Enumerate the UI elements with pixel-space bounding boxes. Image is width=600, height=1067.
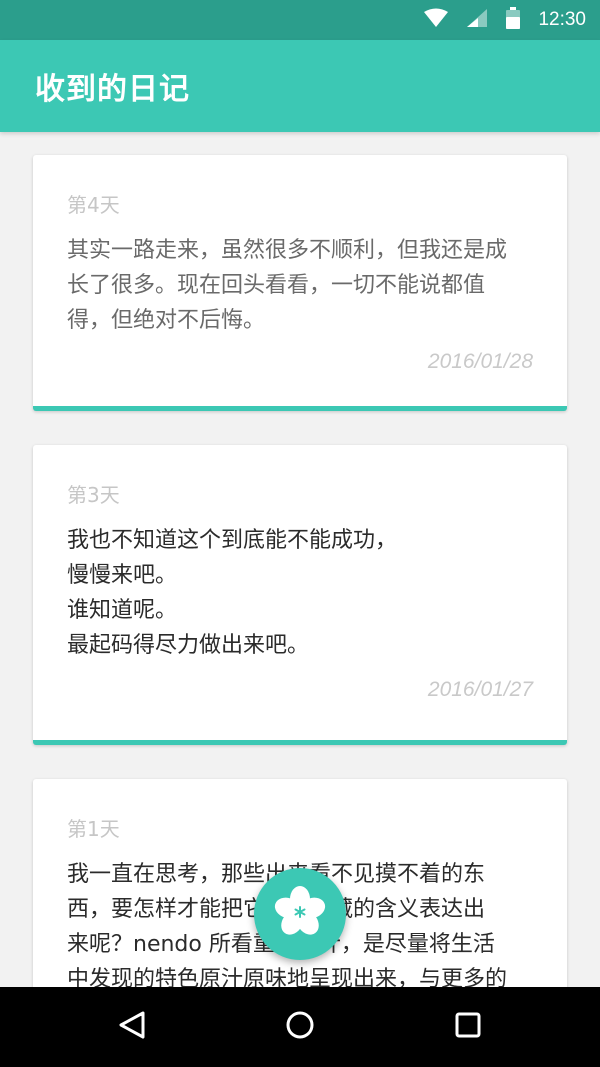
- navigation-bar: [0, 987, 600, 1067]
- battery-icon: [506, 7, 521, 33]
- back-button[interactable]: [112, 1007, 152, 1047]
- status-icons: 12:30: [424, 0, 586, 40]
- recents-icon: [454, 1011, 482, 1043]
- page-title: 收到的日记: [35, 72, 190, 107]
- recents-button[interactable]: [448, 1007, 488, 1047]
- home-button[interactable]: [280, 1007, 320, 1047]
- diary-card[interactable]: 第3天 我也不知道这个到底能不能成功， 慢慢来吧。 谁知道呢。 最起码得尽力做出…: [33, 445, 567, 745]
- compose-fab-button[interactable]: [254, 868, 346, 960]
- card-body-line: 我也不知道这个到底能不能成功，: [67, 528, 398, 553]
- status-bar: 12:30: [0, 0, 600, 40]
- card-body-line: 谁知道呢。: [67, 598, 178, 623]
- signal-icon: [466, 8, 488, 32]
- diary-card[interactable]: 第4天 其实一路走来，虽然很多不顺利，但我还是成 长了很多。现在回头看看，一切不…: [33, 155, 567, 411]
- status-time: 12:30: [538, 9, 586, 30]
- card-body-line: 慢慢来吧。: [67, 563, 178, 588]
- wifi-icon: [424, 8, 449, 32]
- flower-icon: [273, 885, 327, 943]
- app-bar: 收到的日记: [0, 40, 600, 132]
- card-body: 其实一路走来，虽然很多不顺利，但我还是成 长了很多。现在回头看看，一切不能说都值…: [67, 233, 537, 338]
- card-body-line: 其实一路走来，虽然很多不顺利，但我还是成: [67, 238, 508, 263]
- back-icon: [118, 1010, 146, 1044]
- diary-list[interactable]: 第4天 其实一路走来，虽然很多不顺利，但我还是成 长了很多。现在回头看看，一切不…: [0, 132, 600, 987]
- card-body: 我也不知道这个到底能不能成功， 慢慢来吧。 谁知道呢。 最起码得尽力做出来吧。: [67, 523, 537, 663]
- card-day-label: 第3天: [67, 483, 120, 507]
- card-date: 2016/01/28: [427, 350, 533, 373]
- home-icon: [285, 1010, 315, 1044]
- card-day-label: 第1天: [67, 817, 120, 841]
- card-body-line: 最起码得尽力做出来吧。: [67, 633, 310, 658]
- card-body-line: 中发现的特色原汁原味地呈现出来，与更多的: [67, 967, 508, 987]
- card-body-line: 长了很多。现在回头看看，一切不能说都值: [67, 273, 486, 298]
- card-day-label: 第4天: [67, 193, 120, 217]
- card-date: 2016/01/27: [427, 678, 533, 701]
- card-body-line: 得，但绝对不后悔。: [67, 308, 266, 333]
